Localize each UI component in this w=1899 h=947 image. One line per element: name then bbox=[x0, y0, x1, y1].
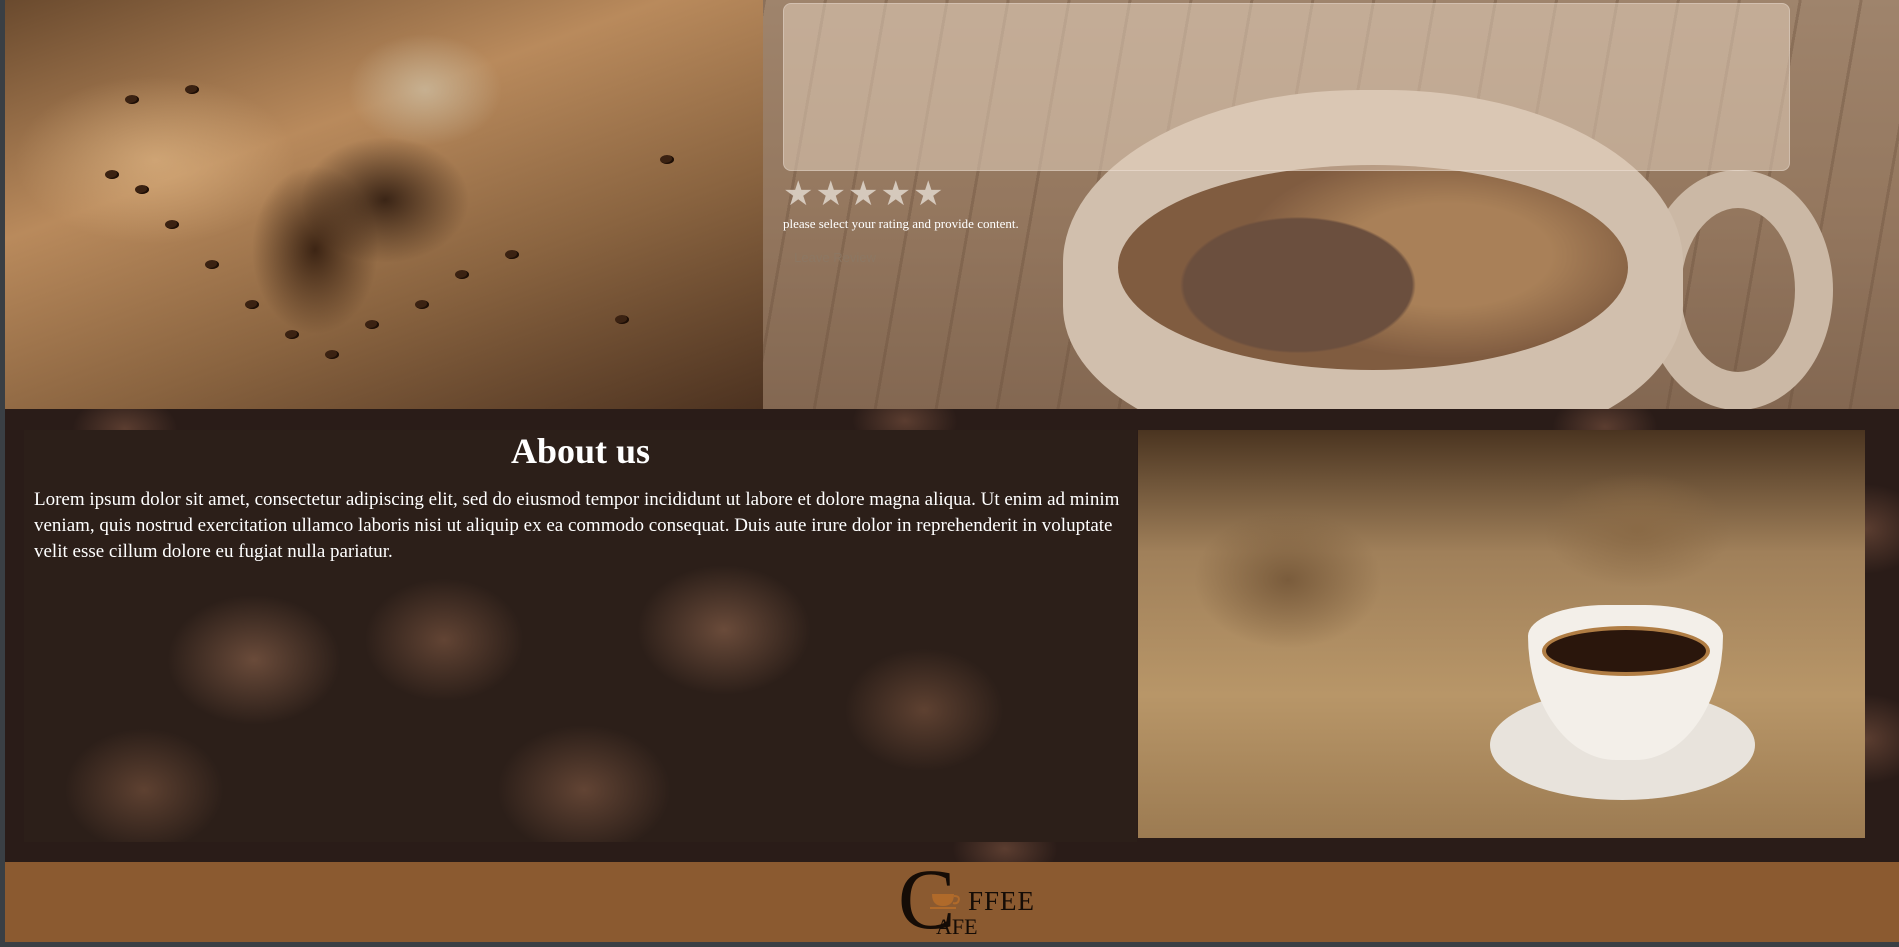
star-rating[interactable]: ★ ★ ★ ★ ★ bbox=[783, 178, 943, 212]
cafe-logo[interactable]: C FFEE AFE bbox=[898, 854, 1038, 944]
coffee-bean bbox=[615, 315, 629, 324]
coffee-bean bbox=[660, 155, 674, 164]
logo-text-top: FFEE bbox=[968, 886, 1036, 916]
star-icon[interactable]: ★ bbox=[815, 178, 845, 212]
about-text: Lorem ipsum dolor sit amet, consectetur … bbox=[34, 489, 1120, 562]
coffee-bean bbox=[285, 330, 299, 339]
coffee-bean bbox=[205, 260, 219, 269]
coffee-beans-sack-image bbox=[5, 0, 763, 409]
coffee-bean bbox=[325, 350, 339, 359]
coffee-bean bbox=[185, 85, 199, 94]
coffee-bean bbox=[105, 170, 119, 179]
review-textarea[interactable] bbox=[783, 3, 1790, 171]
coffee-bean bbox=[415, 300, 429, 309]
coffee-bean bbox=[245, 300, 259, 309]
star-icon[interactable]: ★ bbox=[783, 178, 813, 212]
star-icon[interactable]: ★ bbox=[913, 178, 943, 212]
coffee-bean bbox=[505, 250, 519, 259]
coffee-surface bbox=[1546, 630, 1706, 672]
logo-text-bottom: AFE bbox=[936, 914, 978, 939]
star-icon[interactable]: ★ bbox=[880, 178, 910, 212]
coffee-bean bbox=[455, 270, 469, 279]
leave-review-button[interactable]: Leave Review bbox=[783, 244, 887, 270]
about-title: About us bbox=[510, 431, 651, 471]
coffee-bean bbox=[135, 185, 149, 194]
coffee-cup-burlap-image bbox=[1138, 430, 1865, 838]
rating-hint: please select your rating and provide co… bbox=[783, 216, 1019, 231]
coffee-cup-icon bbox=[930, 894, 960, 909]
coffee-bean bbox=[165, 220, 179, 229]
star-icon[interactable]: ★ bbox=[848, 178, 878, 212]
coffee-bean bbox=[365, 320, 379, 329]
coffee-bean bbox=[125, 95, 139, 104]
